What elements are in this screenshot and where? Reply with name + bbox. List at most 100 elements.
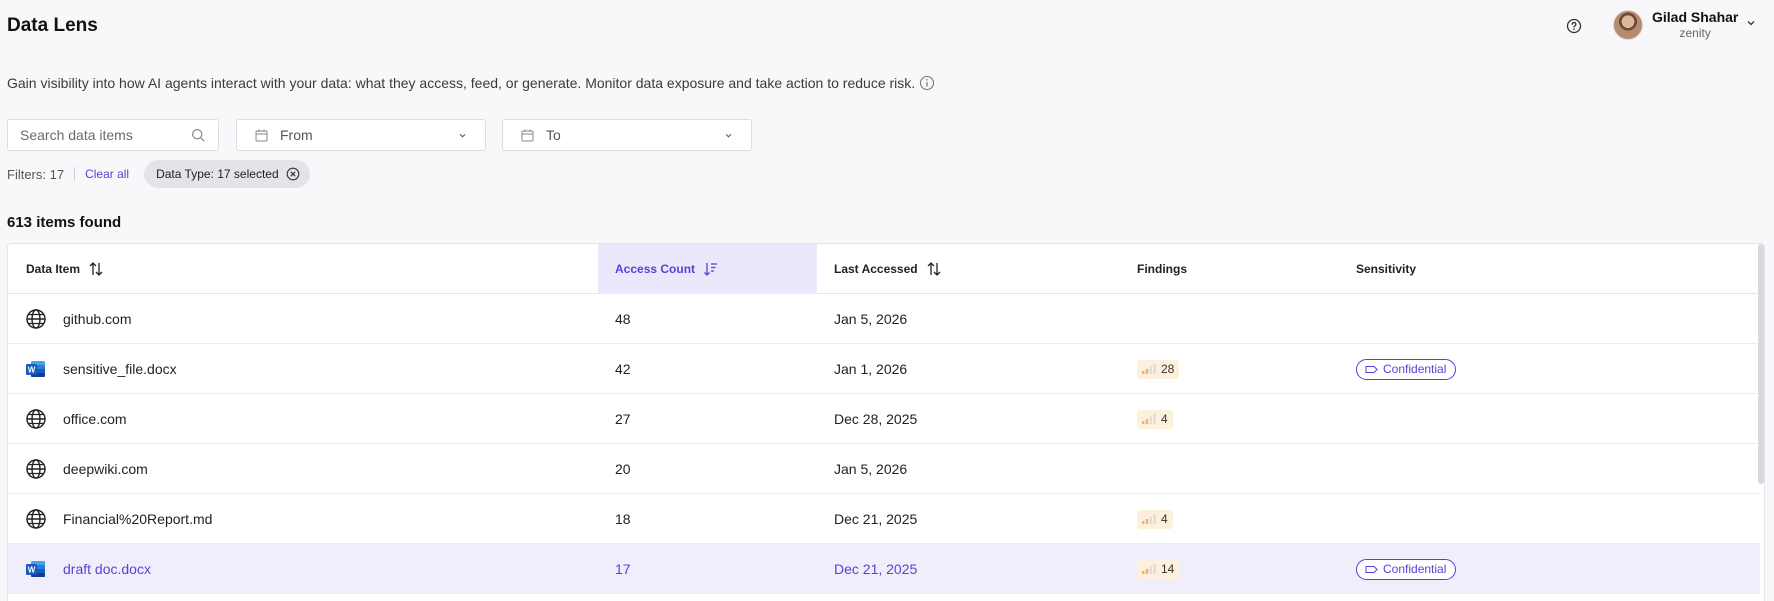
filter-chip-label: Data Type: 17 selected (156, 167, 279, 181)
last-accessed: Dec 21, 2025 (834, 511, 918, 527)
access-count: 48 (615, 311, 631, 327)
findings-cell: 28 (1137, 344, 1180, 394)
sensitivity-badge: Confidential (1356, 358, 1457, 380)
globe-icon (26, 459, 46, 479)
findings-count: 4 (1161, 412, 1168, 426)
table-row[interactable]: github.com 48 Jan 5, 2026 (8, 294, 1760, 344)
chevron-down-icon (725, 133, 732, 138)
access-count: 42 (615, 361, 631, 377)
globe-icon (26, 409, 46, 429)
tag-icon (1365, 365, 1378, 373)
findings-cell: 4 (1137, 494, 1173, 544)
sort-icon[interactable] (926, 261, 942, 277)
svg-text:W: W (28, 366, 36, 375)
date-to-picker[interactable]: To (502, 119, 752, 151)
column-header-last-accessed[interactable]: Last Accessed (834, 244, 942, 294)
column-header-label: Last Accessed (834, 262, 918, 276)
table-row[interactable]: deepwiki.com 20 Jan 5, 2026 (8, 444, 1760, 494)
findings-count: 4 (1161, 512, 1168, 526)
severity-bars-icon (1142, 514, 1156, 524)
data-item-name[interactable]: github.com (63, 294, 131, 344)
calendar-icon (255, 129, 268, 141)
clear-all-link[interactable]: Clear all (85, 167, 129, 181)
user-name: Gilad Shahar (1652, 9, 1739, 25)
filters-count: Filters: 17 (7, 166, 65, 182)
data-item-name[interactable]: deepwiki.com (63, 444, 148, 494)
info-icon[interactable] (919, 75, 935, 91)
table-row[interactable]: Financial%20Report.md 18 Dec 21, 2025 4 (8, 494, 1760, 544)
globe-icon (26, 509, 46, 529)
page-title: Data Lens (7, 15, 98, 36)
scrollbar[interactable] (1758, 244, 1764, 484)
table-header: Data Item Access Count Last Accessed Fin… (8, 244, 1760, 294)
access-count: 20 (615, 461, 631, 477)
chevron-down-icon (459, 133, 466, 138)
data-items-table: Data Item Access Count Last Accessed Fin… (7, 243, 1765, 601)
findings-cell: 4 (1137, 394, 1173, 444)
divider (74, 167, 76, 181)
column-header-data-item[interactable]: Data Item (26, 244, 104, 294)
access-count: 27 (615, 411, 631, 427)
tag-icon (1365, 565, 1378, 573)
sensitivity-cell: Confidential (1356, 344, 1457, 394)
data-item-name[interactable]: office.com (63, 394, 127, 444)
findings-cell: 14 (1137, 544, 1180, 594)
user-menu[interactable]: Gilad Shahar zenity (1613, 8, 1756, 41)
sensitivity-badge: Confidential (1356, 558, 1457, 580)
sensitivity-label: Confidential (1383, 562, 1447, 576)
severity-bars-icon (1142, 564, 1156, 574)
help-icon[interactable] (1566, 18, 1582, 34)
column-header-sensitivity: Sensitivity (1356, 244, 1416, 294)
chevron-down-icon (1747, 20, 1755, 25)
table-row[interactable]: Wsensitive_file.docx 42 Jan 1, 2026 28 Confi… (8, 344, 1760, 394)
user-org: zenity (1679, 26, 1711, 40)
table-row[interactable]: office.com 27 Dec 28, 2025 4 (8, 394, 1760, 444)
findings-count: 28 (1161, 362, 1175, 376)
findings-count: 14 (1161, 562, 1175, 576)
word-doc-icon: W (26, 561, 45, 577)
page-description: Gain visibility into how AI agents inter… (7, 75, 935, 91)
sort-descending-icon[interactable] (703, 261, 719, 277)
svg-text:W: W (28, 566, 36, 575)
column-header-label: Data Item (26, 262, 81, 276)
last-accessed: Jan 5, 2026 (834, 311, 908, 327)
column-header-access-count[interactable]: Access Count (615, 244, 719, 294)
filters-bar: Filters: 17 Clear all Data Type: 17 sele… (7, 160, 310, 188)
access-count: 17 (615, 561, 631, 577)
sort-icon[interactable] (88, 261, 104, 277)
access-count: 18 (615, 511, 631, 527)
findings-badge[interactable]: 28 (1137, 359, 1180, 379)
results-count: 613 items found (7, 214, 122, 231)
column-header-label: Findings (1137, 262, 1187, 276)
word-doc-icon: W (26, 361, 45, 377)
last-accessed: Jan 5, 2026 (834, 461, 908, 477)
search-field[interactable] (7, 119, 219, 151)
calendar-icon (521, 129, 534, 141)
severity-bars-icon (1142, 414, 1156, 424)
avatar (1613, 9, 1643, 40)
last-accessed: Jan 1, 2026 (834, 361, 908, 377)
sensitivity-label: Confidential (1383, 362, 1447, 376)
column-header-findings: Findings (1137, 244, 1187, 294)
date-from-picker[interactable]: From (236, 119, 486, 151)
search-input[interactable] (20, 127, 190, 143)
severity-bars-icon (1142, 364, 1156, 374)
filter-chip-data-type[interactable]: Data Type: 17 selected (144, 160, 310, 188)
data-item-name[interactable]: sensitive_file.docx (63, 344, 177, 394)
date-from-label: From (280, 127, 313, 143)
column-header-label: Sensitivity (1356, 262, 1417, 276)
close-circle-icon[interactable] (286, 167, 300, 181)
last-accessed: Dec 21, 2025 (834, 561, 918, 577)
data-item-name[interactable]: draft doc.docx (63, 544, 151, 594)
data-item-name[interactable]: Financial%20Report.md (63, 494, 212, 544)
globe-icon (26, 309, 46, 329)
findings-badge[interactable]: 14 (1137, 559, 1180, 579)
column-header-label: Access Count (615, 262, 696, 276)
findings-badge[interactable]: 4 (1137, 509, 1173, 529)
last-accessed: Dec 28, 2025 (834, 411, 918, 427)
sensitivity-cell: Confidential (1356, 544, 1457, 594)
findings-badge[interactable]: 4 (1137, 409, 1173, 429)
search-icon (191, 128, 205, 142)
description-text: Gain visibility into how AI agents inter… (7, 75, 916, 91)
table-row[interactable]: Wdraft doc.docx 17 Dec 21, 2025 14 Confident… (8, 544, 1760, 594)
